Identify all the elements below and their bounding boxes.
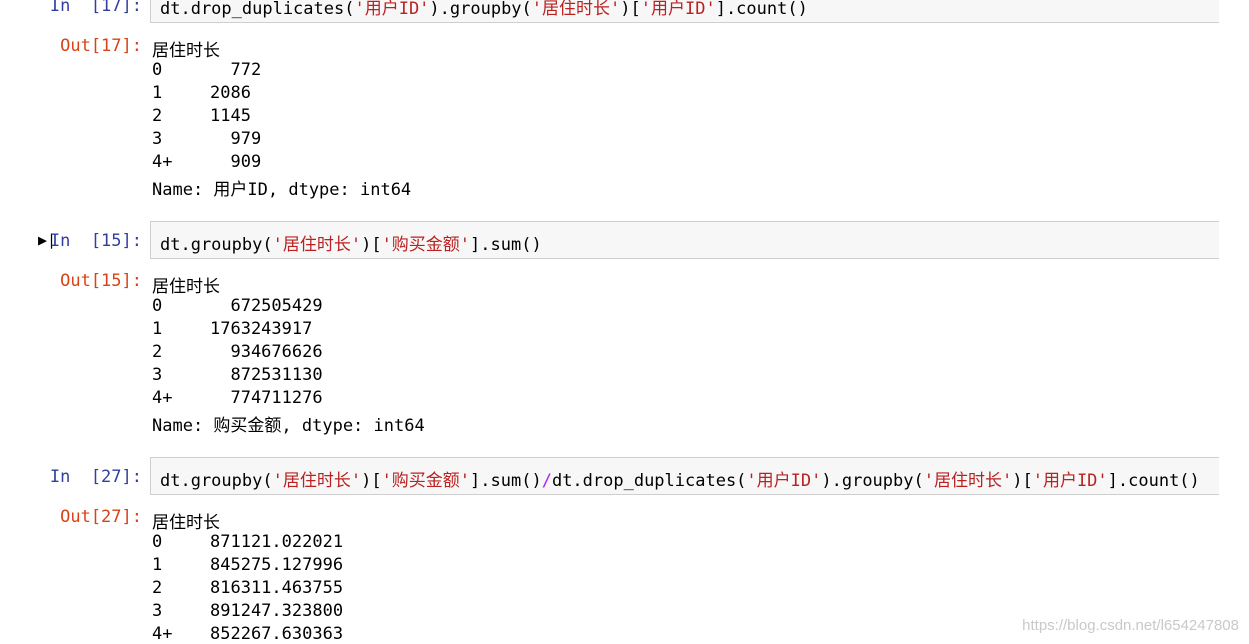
out-prompt: Out[15]: (60, 271, 142, 291)
output-header: 居住时长 (152, 41, 220, 61)
output-header: 居住时长 (152, 513, 220, 533)
output-row: 4+ 774711276 (152, 388, 323, 408)
out-prompt: Out[27]: (60, 507, 142, 527)
in-prompt: In [15]: (49, 231, 142, 251)
output-row: 3 979 (152, 129, 262, 149)
output-row: 3 891247.323800 (152, 601, 344, 621)
output-row: 4+ 909 (152, 152, 262, 172)
code-text: dt.groupby('居住时长')['购买金额'].sum()/dt.drop… (160, 471, 1200, 491)
output-row: 1 2086 (152, 83, 251, 103)
output-footer: Name: 用户ID, dtype: int64 (152, 180, 412, 200)
output-row: 0 672505429 (152, 296, 323, 316)
output-row: 2 934676626 (152, 342, 323, 362)
watermark: https://blog.csdn.net/l654247808 (1022, 617, 1239, 634)
output-footer: Name: 购买金额, dtype: int64 (152, 416, 425, 436)
output-header: 居住时长 (152, 277, 220, 297)
output-row: 3 872531130 (152, 365, 323, 385)
in-prompt: In [27]: (49, 467, 142, 487)
out-prompt: Out[17]: (60, 36, 142, 56)
output-row: 4+ 852267.630363 (152, 624, 344, 644)
output-row: 0 871121.022021 (152, 532, 344, 552)
code-input[interactable]: dt.groupby('居住时长')['购买金额'].sum() (150, 221, 1219, 259)
output-row: 1 1763243917 (152, 319, 313, 339)
output-row: 0 772 (152, 60, 262, 80)
output-row: 2 816311.463755 (152, 578, 344, 598)
output-row: 2 1145 (152, 106, 251, 126)
code-input[interactable]: dt.drop_duplicates('用户ID').groupby('居住时长… (150, 0, 1219, 23)
output-row: 1 845275.127996 (152, 555, 344, 575)
code-text: dt.groupby('居住时长')['购买金额'].sum() (160, 235, 542, 255)
code-input[interactable]: dt.groupby('居住时长')['购买金额'].sum()/dt.drop… (150, 457, 1219, 495)
in-prompt: In [17]: (49, 0, 142, 16)
code-text: dt.drop_duplicates('用户ID').groupby('居住时长… (160, 0, 808, 19)
